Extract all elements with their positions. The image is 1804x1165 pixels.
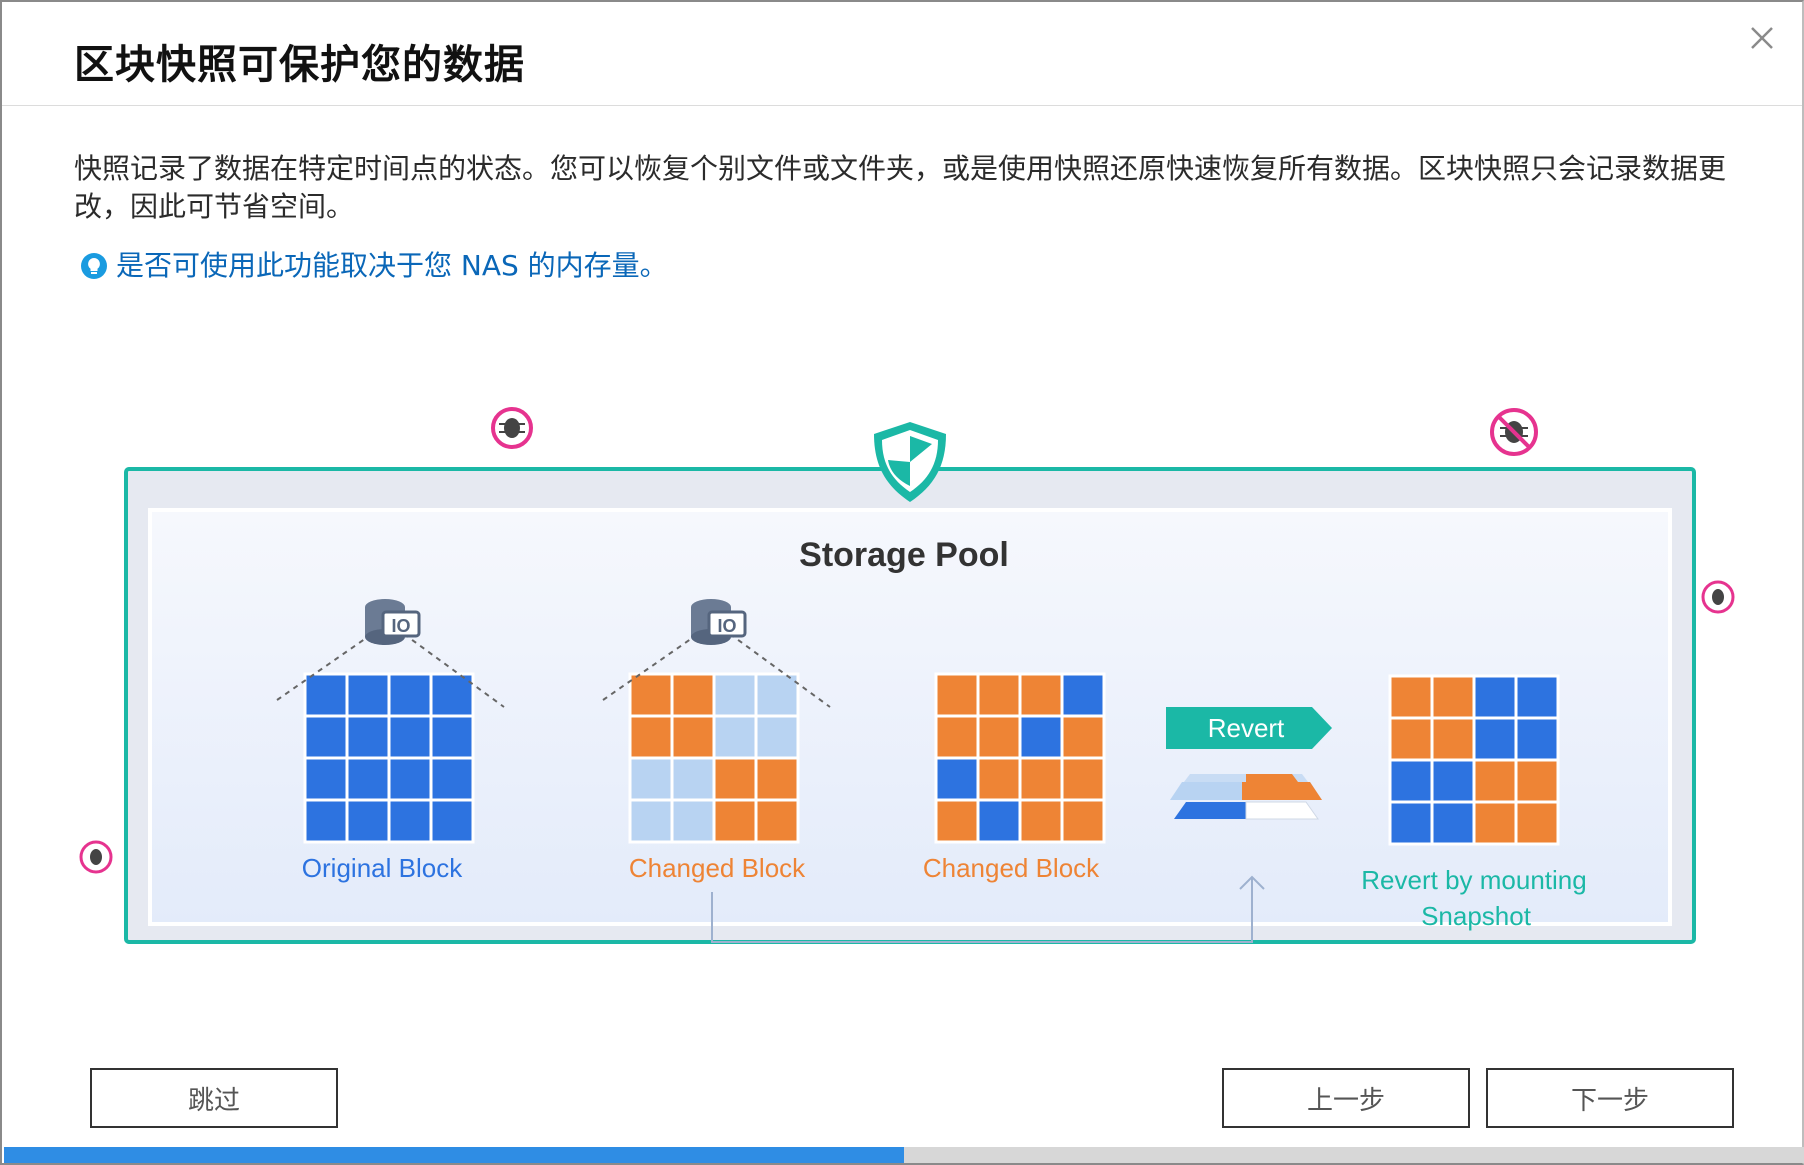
wizard-progress-bar [4, 1147, 1804, 1163]
lightbulb-icon [81, 253, 107, 279]
changed-block-grid-1 [628, 672, 800, 844]
block-cell [934, 798, 980, 844]
block-cell [712, 798, 758, 844]
block-cell [934, 756, 980, 802]
snapshot-wizard-dialog: 区块快照可保护您的数据 快照记录了数据在特定时间点的状态。您可以恢复个别文件或文… [0, 0, 1804, 1165]
block-cell [1018, 798, 1064, 844]
storage-pool-title: Storage Pool [799, 536, 1009, 574]
block-cell [754, 714, 800, 760]
block-cell [1472, 800, 1518, 846]
memory-tip: 是否可使用此功能取决于您 NAS 的内存量。 [80, 248, 668, 284]
original-block-grid [303, 672, 475, 844]
block-cell [934, 714, 980, 760]
block-cell [1060, 672, 1106, 718]
blocked-virus-icon [491, 407, 533, 449]
revert-label: Revert [1208, 713, 1285, 743]
block-cell [1388, 800, 1434, 846]
snapshot-illustration: Storage Pool IO IO Revert Original Block… [79, 407, 1735, 944]
block-cell [670, 756, 716, 802]
block-cell [345, 672, 391, 718]
block-cell [628, 798, 674, 844]
block-cell [303, 672, 349, 718]
block-cell [1388, 716, 1434, 762]
block-cell [345, 798, 391, 844]
block-cell [1514, 716, 1560, 762]
block-cell [387, 756, 433, 802]
blocked-virus-icon [79, 840, 113, 874]
revert-mount-label-line2: Snapshot [1421, 901, 1532, 931]
block-cell [1514, 800, 1560, 846]
block-cell [387, 798, 433, 844]
block-cell [1430, 758, 1476, 804]
block-cell [303, 714, 349, 760]
block-cell [976, 798, 1022, 844]
progress-fill [4, 1147, 904, 1163]
block-cell [670, 714, 716, 760]
block-cell [387, 672, 433, 718]
original-block-label: Original Block [302, 853, 463, 883]
block-cell [429, 756, 475, 802]
block-cell [345, 756, 391, 802]
reverted-block-grid [1388, 674, 1560, 846]
block-cell [1472, 716, 1518, 762]
next-button[interactable]: 下一步 [1486, 1068, 1734, 1128]
block-cell [429, 798, 475, 844]
revert-mount-label-line1: Revert by mounting [1361, 865, 1586, 895]
blocked-virus-icon [1701, 580, 1735, 614]
block-cell [754, 756, 800, 802]
block-cell [1018, 672, 1064, 718]
block-cell [429, 672, 475, 718]
blocked-virus-icon [1490, 408, 1538, 456]
block-cell [754, 672, 800, 718]
block-cell [429, 714, 475, 760]
changed-block-grid-2 [934, 672, 1106, 844]
block-cell [1018, 756, 1064, 802]
block-cell [1388, 674, 1434, 720]
close-icon[interactable] [1744, 20, 1780, 56]
block-cell [976, 714, 1022, 760]
block-cell [712, 714, 758, 760]
block-cell [345, 714, 391, 760]
block-cell [628, 756, 674, 802]
block-cell [1472, 758, 1518, 804]
block-cell [670, 798, 716, 844]
layered-snapshot-icon [1170, 774, 1322, 820]
camera-label: IO [391, 616, 410, 636]
dialog-header: 区块快照可保护您的数据 [2, 2, 1802, 106]
block-cell [976, 756, 1022, 802]
dialog-description: 快照记录了数据在特定时间点的状态。您可以恢复个别文件或文件夹，或是使用快照还原快… [74, 152, 1727, 223]
previous-button[interactable]: 上一步 [1222, 1068, 1470, 1128]
block-cell [1018, 714, 1064, 760]
skip-button[interactable]: 跳过 [90, 1068, 338, 1128]
changed-block-label-1: Changed Block [629, 853, 806, 883]
block-cell [1430, 800, 1476, 846]
camera-label: IO [717, 616, 736, 636]
block-cell [1388, 758, 1434, 804]
block-cell [1060, 714, 1106, 760]
block-cell [1514, 758, 1560, 804]
block-cell [1430, 674, 1476, 720]
block-cell [712, 672, 758, 718]
block-cell [628, 714, 674, 760]
block-cell [712, 756, 758, 802]
block-cell [628, 672, 674, 718]
block-cell [303, 798, 349, 844]
block-cell [754, 798, 800, 844]
changed-block-label-2: Changed Block [923, 853, 1100, 883]
tip-text: 是否可使用此功能取决于您 NAS 的内存量。 [116, 249, 668, 282]
block-cell [1060, 756, 1106, 802]
block-cell [976, 672, 1022, 718]
block-cell [1514, 674, 1560, 720]
block-cell [1472, 674, 1518, 720]
dialog-title: 区块快照可保护您的数据 [74, 42, 525, 88]
block-cell [303, 756, 349, 802]
block-cell [934, 672, 980, 718]
block-cell [387, 714, 433, 760]
block-cell [1430, 716, 1476, 762]
revert-arrow-badge: Revert [1166, 707, 1332, 749]
block-cell [670, 672, 716, 718]
block-cell [1060, 798, 1106, 844]
